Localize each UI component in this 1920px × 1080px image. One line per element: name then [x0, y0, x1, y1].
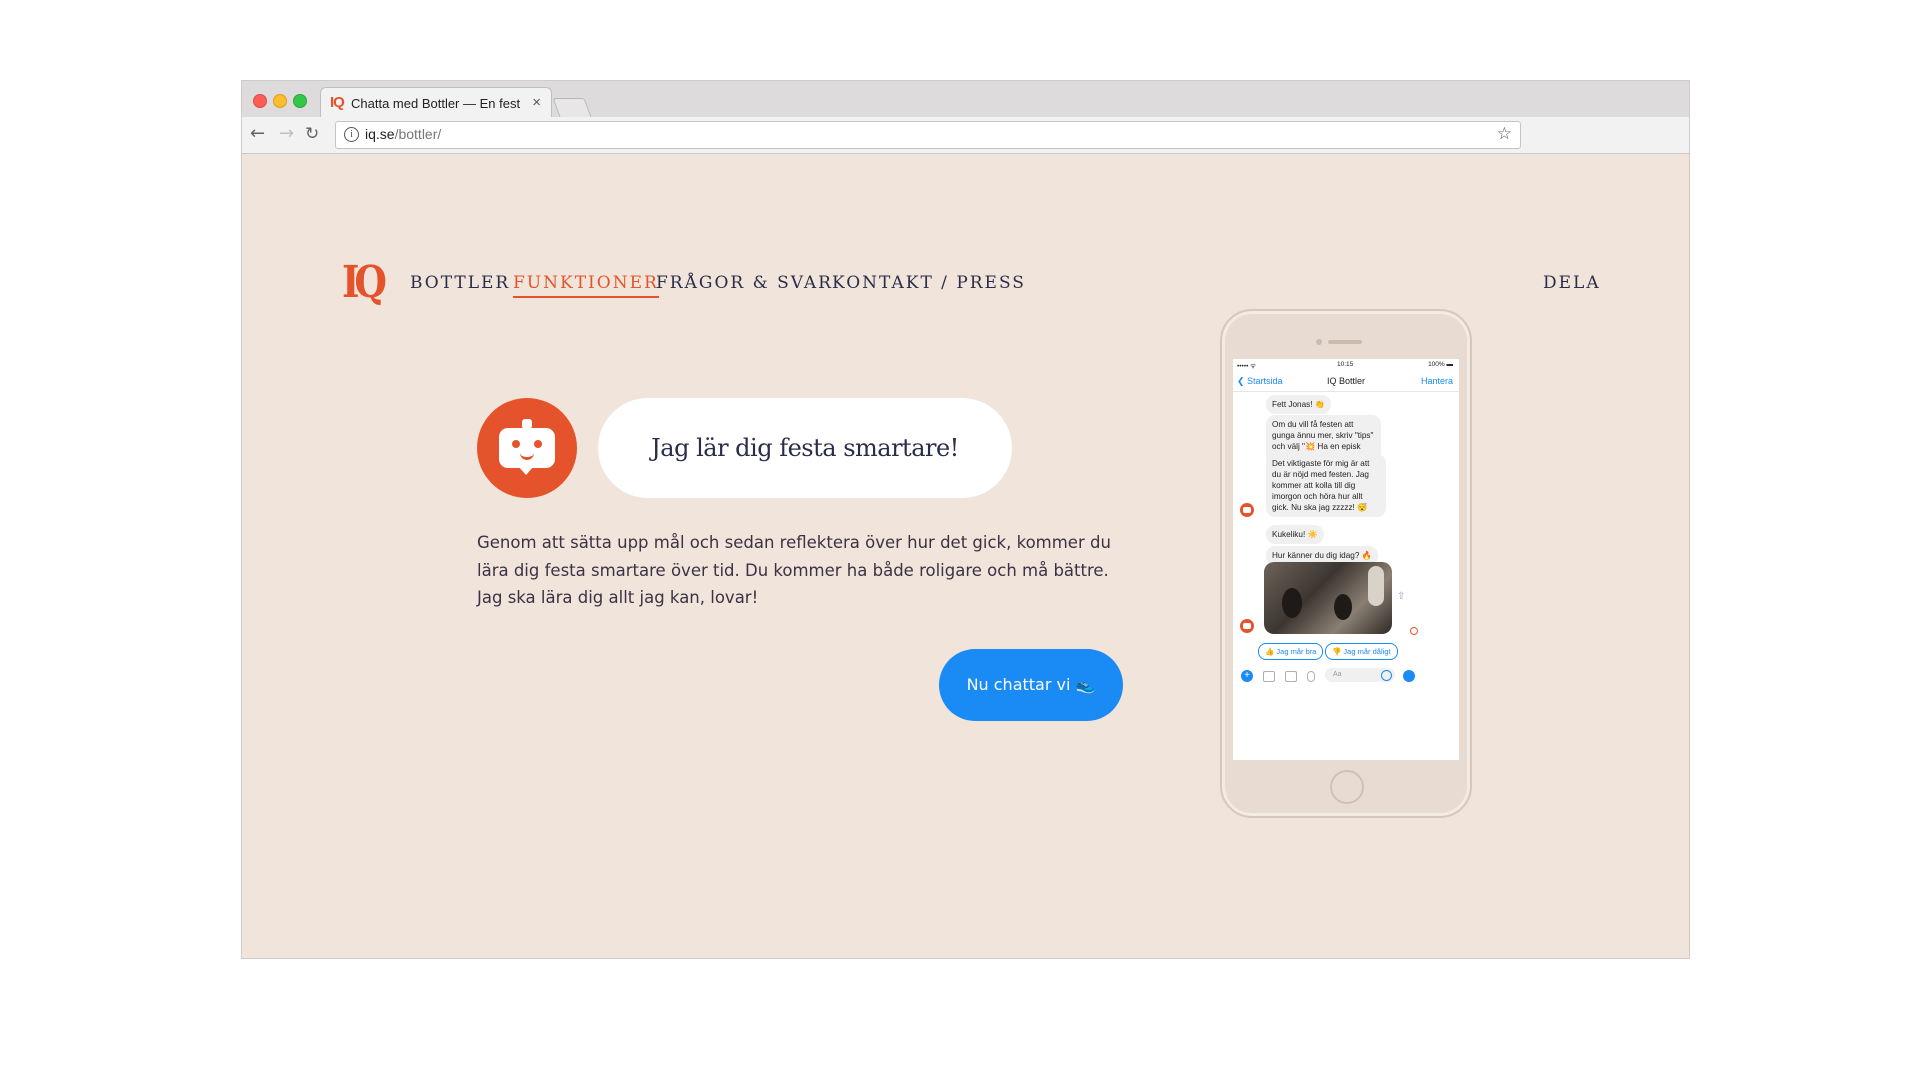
phone-speaker: [1328, 340, 1362, 344]
nav-link-dela[interactable]: DELA: [1543, 273, 1601, 293]
start-chat-button[interactable]: Nu chattar vi 👟: [939, 649, 1123, 721]
iq-logo[interactable]: IQ: [342, 259, 387, 307]
nav-link-bottler[interactable]: BOTTLER: [410, 273, 510, 293]
bot-avatar-small-icon: [1240, 619, 1254, 633]
speech-bubble: Jag lär dig festa smartare!: [598, 398, 1012, 498]
tab-close-icon[interactable]: ×: [532, 94, 541, 111]
quick-reply-bad[interactable]: 👎 Jag mår dåligt: [1325, 643, 1398, 660]
share-icon[interactable]: ⇧: [1397, 591, 1405, 602]
phone-home-button: [1330, 770, 1364, 804]
phone-mockup: ••••• ᯤ 10:15 100% ▬ ❮ Startsida IQ Bott…: [1220, 309, 1472, 818]
messenger-manage-link[interactable]: Hantera: [1421, 376, 1453, 386]
back-arrow-icon[interactable]: ←: [250, 123, 265, 144]
image-icon[interactable]: [1285, 671, 1297, 682]
page-content: IQ BOTTLER FUNKTIONER FRÅGOR & SVAR KONT…: [242, 153, 1689, 958]
forward-arrow-icon[interactable]: →: [279, 123, 294, 144]
browser-window: IQ Chatta med Bottler — En festbot × ← →…: [242, 81, 1689, 958]
bot-avatar: [477, 398, 577, 498]
quick-reply-good[interactable]: 👍 Jag mår bra: [1258, 643, 1324, 660]
chat-message: Kukeliku! ☀️: [1266, 525, 1324, 544]
speech-tail-icon: [518, 466, 534, 475]
bot-face-icon: [499, 428, 555, 468]
tab-bar: IQ Chatta med Bottler — En festbot ×: [242, 81, 1689, 118]
plus-icon[interactable]: +: [1241, 670, 1253, 682]
chat-message: Det viktigaste för mig är att du är nöjd…: [1266, 454, 1386, 517]
info-icon[interactable]: i: [344, 127, 359, 142]
maximize-window-button[interactable]: [293, 94, 307, 108]
status-battery: 100% ▬: [1428, 361, 1453, 368]
browser-tab-active[interactable]: IQ Chatta med Bottler — En festbot ×: [320, 87, 552, 118]
tab-favicon-icon: IQ: [330, 94, 345, 111]
photo-person: [1368, 566, 1384, 606]
url-path: /bottler/: [394, 126, 442, 142]
photo-person: [1282, 588, 1302, 618]
camera-icon[interactable]: [1263, 671, 1275, 682]
close-window-button[interactable]: [253, 94, 267, 108]
bookmark-star-icon[interactable]: ☆: [1497, 124, 1512, 144]
new-tab-button[interactable]: [552, 98, 592, 117]
nav-link-funktioner[interactable]: FUNKTIONER: [513, 273, 659, 298]
chat-photo[interactable]: [1264, 562, 1392, 634]
hero-description: Genom att sätta upp mål och sedan reflek…: [477, 533, 1111, 607]
reload-icon[interactable]: ↻: [305, 124, 319, 144]
tab-title: Chatta med Bottler — En festbot: [351, 96, 521, 111]
browser-toolbar: ← → ↻ i iq.se/bottler/ ☆: [242, 117, 1689, 154]
hero-heading: Jag lär dig festa smartare!: [651, 434, 959, 462]
bot-smile-icon: [520, 451, 534, 460]
microphone-icon[interactable]: [1307, 671, 1315, 682]
bot-eye-icon: [534, 440, 542, 448]
address-bar[interactable]: i iq.se/bottler/ ☆: [335, 121, 1521, 149]
bot-eye-icon: [512, 440, 520, 448]
bot-avatar-small-icon: [1240, 503, 1254, 517]
like-icon[interactable]: [1403, 670, 1415, 682]
status-time: 10:15: [1337, 361, 1354, 368]
messenger-header: ❮ Startsida IQ Bottler Hantera: [1233, 371, 1459, 392]
url-text[interactable]: iq.se/bottler/: [365, 126, 441, 142]
url-host: iq.se: [365, 126, 395, 142]
minimize-window-button[interactable]: [273, 94, 287, 108]
messenger-screen: ••••• ᯤ 10:15 100% ▬ ❮ Startsida IQ Bott…: [1233, 359, 1459, 760]
status-signal: ••••• ᯤ: [1237, 363, 1257, 370]
phone-camera: [1316, 339, 1322, 345]
nav-link-kontakt-press[interactable]: KONTAKT / PRESS: [832, 273, 1026, 293]
chat-message: Fett Jonas! 👏: [1266, 395, 1331, 414]
photo-person: [1334, 594, 1352, 620]
message-composer: + Aa: [1233, 665, 1459, 687]
read-receipt-icon: [1410, 627, 1418, 635]
emoji-icon[interactable]: [1381, 670, 1392, 681]
nav-link-fragor-svar[interactable]: FRÅGOR & SVAR: [656, 273, 833, 293]
